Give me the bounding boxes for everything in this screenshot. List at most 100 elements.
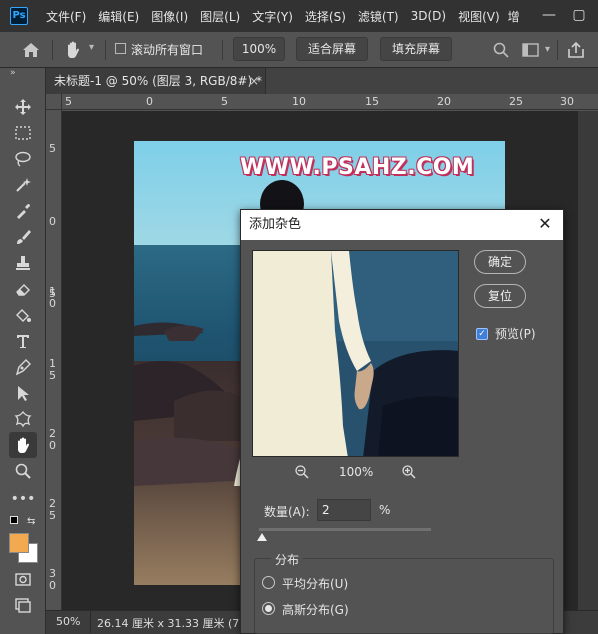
ruler-label: 1 5: [49, 357, 56, 382]
menu-view[interactable]: 视图(V): [452, 8, 506, 25]
screen-mode-icon[interactable]: [9, 592, 37, 618]
amount-slider-thumb[interactable]: [257, 533, 267, 541]
close-tab-icon[interactable]: ×: [249, 68, 259, 94]
menu-3d[interactable]: 3D(D): [405, 9, 452, 23]
status-divider: [90, 611, 91, 633]
amount-input[interactable]: 2: [317, 499, 371, 521]
fill-screen-button[interactable]: 填充屏幕: [380, 37, 452, 61]
gaussian-radio[interactable]: [262, 602, 275, 615]
horizontal-ruler[interactable]: 5 0 5 10 15 20 25 30: [62, 94, 598, 110]
ruler-label: 10: [292, 95, 306, 108]
path-select-icon[interactable]: [9, 380, 37, 406]
hand-icon[interactable]: [9, 432, 37, 458]
ruler-label: 15: [365, 95, 379, 108]
pen-icon[interactable]: [9, 354, 37, 380]
ruler-label: 5: [221, 95, 228, 108]
menu-image[interactable]: 图像(I): [145, 8, 194, 25]
workspace-icon[interactable]: [521, 41, 541, 59]
ruler-label: 0: [146, 95, 153, 108]
lasso-icon[interactable]: [9, 146, 37, 172]
distribution-label: 分布: [271, 551, 304, 568]
type-icon[interactable]: [9, 328, 37, 354]
ruler-label: 0: [49, 215, 56, 228]
menu-layer[interactable]: 图层(L): [194, 8, 246, 25]
minimize-button[interactable]: —: [534, 0, 564, 32]
dialog-title-bar[interactable]: 添加杂色: [241, 210, 563, 240]
ruler-label: 1 0: [49, 285, 56, 310]
filter-preview[interactable]: [252, 250, 459, 457]
ruler-label: 2 5: [49, 497, 56, 522]
swap-colors-icon[interactable]: ⇆: [27, 516, 35, 527]
maximize-button[interactable]: ▢: [564, 0, 594, 32]
custom-shape-icon[interactable]: [9, 406, 37, 432]
more-icon[interactable]: •••: [9, 486, 37, 512]
home-icon[interactable]: [20, 40, 42, 60]
chevron-down-icon[interactable]: ▾: [89, 42, 94, 53]
ruler-label: 25: [509, 95, 523, 108]
menu-type[interactable]: 文字(Y): [246, 8, 299, 25]
magic-wand-icon[interactable]: [9, 172, 37, 198]
preview-label[interactable]: 预览(P): [495, 325, 536, 342]
move-icon[interactable]: [9, 94, 37, 120]
share-icon[interactable]: [566, 40, 586, 60]
document-tab-title: 未标题-1 @ 50% (图层 3, RGB/8#) *: [54, 74, 262, 88]
default-colors-icon[interactable]: [10, 516, 18, 524]
fit-screen-button[interactable]: 适合屏幕: [296, 37, 368, 61]
gaussian-label[interactable]: 高斯分布(G): [282, 601, 349, 618]
vertical-ruler[interactable]: 5 0 5 1 0 1 5 2 0 2 5 3 0: [46, 110, 62, 610]
zoom-100-button[interactable]: 100%: [233, 37, 285, 61]
ruler-label: 5: [65, 95, 72, 108]
eraser-icon[interactable]: [9, 276, 37, 302]
amount-unit: %: [379, 503, 391, 517]
search-icon[interactable]: [492, 41, 510, 59]
watermark-text: WWW.PSAHZ.COM: [240, 155, 475, 180]
menu-filter[interactable]: 滤镜(T): [352, 8, 405, 25]
distribution-group: [254, 558, 554, 634]
uniform-label[interactable]: 平均分布(U): [282, 575, 348, 592]
uniform-radio[interactable]: [262, 576, 275, 589]
menu-file[interactable]: 文件(F): [40, 8, 92, 25]
zoom-icon[interactable]: [9, 458, 37, 484]
amount-label: 数量(A):: [264, 505, 310, 519]
paint-bucket-icon[interactable]: [9, 302, 37, 328]
brush-icon[interactable]: [9, 224, 37, 250]
quick-mask-icon[interactable]: [9, 566, 37, 592]
options-bar: ▾ 滚动所有窗口 100% 适合屏幕 填充屏幕 ▾: [0, 32, 598, 68]
ruler-label: 20: [437, 95, 451, 108]
ruler-label: 5: [49, 142, 56, 155]
hand-tool-preset-icon[interactable]: [62, 39, 86, 61]
workspace-chevron-icon[interactable]: ▾: [545, 44, 550, 55]
zoom-in-icon[interactable]: [401, 464, 417, 480]
dialog-title: 添加杂色: [249, 217, 302, 232]
menu-more[interactable]: 增: [506, 8, 522, 25]
add-noise-dialog: 添加杂色 ✕ 确定 复位 ✓ 预览(P) 100% 数量(A): 2 % 分布 …: [240, 209, 564, 634]
eyedropper-icon[interactable]: [9, 198, 37, 224]
tools-panel: » ••• ⇆: [0, 68, 46, 634]
ruler-label: 2 0: [49, 427, 56, 452]
menu-select[interactable]: 选择(S): [299, 8, 352, 25]
menu-edit[interactable]: 编辑(E): [92, 8, 145, 25]
status-zoom[interactable]: 50%: [56, 615, 80, 628]
photoshop-logo-icon: Ps: [10, 7, 28, 25]
vertical-scrollbar[interactable]: [578, 111, 598, 610]
scroll-all-windows-label: 滚动所有窗口: [131, 43, 204, 57]
scroll-all-windows-checkbox[interactable]: [115, 43, 126, 54]
reset-button[interactable]: 复位: [474, 284, 526, 308]
amount-slider-track[interactable]: [259, 528, 431, 531]
foreground-color-swatch[interactable]: [9, 533, 29, 553]
ruler-label: 30: [560, 95, 574, 108]
expand-panel-icon[interactable]: »: [10, 68, 16, 78]
tab-strip: [266, 68, 598, 94]
preview-checkbox[interactable]: ✓: [476, 328, 488, 340]
ruler-corner: [46, 94, 62, 110]
preview-zoom-value: 100%: [339, 465, 374, 479]
preview-image: [253, 251, 458, 456]
close-icon[interactable]: ✕: [535, 214, 555, 234]
zoom-out-icon[interactable]: [294, 464, 310, 480]
ruler-label: 3 0: [49, 567, 56, 592]
ok-button[interactable]: 确定: [474, 250, 526, 274]
stamp-icon[interactable]: [9, 250, 37, 276]
menu-bar: Ps 文件(F) 编辑(E) 图像(I) 图层(L) 文字(Y) 选择(S) 滤…: [0, 0, 598, 32]
marquee-icon[interactable]: [9, 120, 37, 146]
document-tab[interactable]: 未标题-1 @ 50% (图层 3, RGB/8#) * ×: [46, 68, 266, 94]
